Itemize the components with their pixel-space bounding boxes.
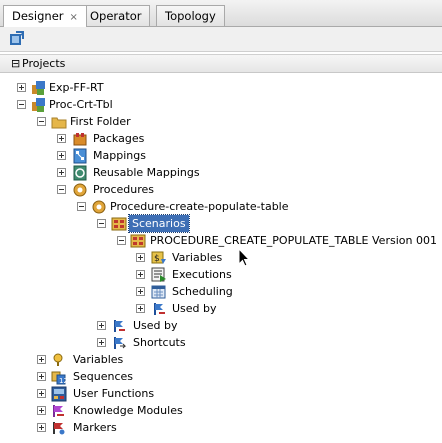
- tree-node-label: Procedure-create-populate-table: [110, 200, 289, 213]
- mouse-cursor-icon: [238, 247, 251, 268]
- package-icon: [72, 131, 88, 147]
- knowledge-module-icon: [51, 403, 67, 419]
- reusable-mapping-icon: [72, 165, 88, 181]
- sequence-icon: 12: [51, 369, 68, 385]
- expand-icon[interactable]: [37, 389, 46, 398]
- collapse-icon[interactable]: [37, 117, 46, 126]
- expand-icon[interactable]: [57, 168, 66, 177]
- tree-node-label: Scheduling: [172, 285, 233, 298]
- tree-node-label: Mappings: [93, 149, 146, 162]
- expand-icon[interactable]: [136, 287, 145, 296]
- tree-node-label: Executions: [172, 268, 232, 281]
- expand-icon[interactable]: [37, 406, 46, 415]
- tree-node-label: Shortcuts: [133, 336, 186, 349]
- expand-icon[interactable]: [37, 355, 46, 364]
- collapse-icon[interactable]: [17, 100, 26, 109]
- used-by-icon: [111, 318, 127, 334]
- tree-node-label: Knowledge Modules: [73, 404, 183, 417]
- project-icon: [30, 80, 46, 96]
- expand-icon[interactable]: [37, 372, 46, 381]
- variable-icon: [51, 352, 67, 368]
- expand-icon[interactable]: [136, 270, 145, 279]
- scenario-icon: [111, 216, 127, 232]
- project-tree: Exp-FF-RT Proc-Crt-Tbl First Folder Pack…: [0, 0, 442, 443]
- expand-icon[interactable]: [57, 151, 66, 160]
- tree-node-label: Procedures: [93, 183, 154, 196]
- marker-icon: [51, 420, 67, 436]
- tree-node-label: Exp-FF-RT: [49, 81, 104, 94]
- collapse-icon[interactable]: [57, 185, 66, 194]
- procedure-icon: [91, 199, 107, 215]
- svg-text:$: $: [154, 254, 160, 264]
- tree-node-label: Markers: [73, 421, 117, 434]
- collapse-icon[interactable]: [77, 202, 86, 211]
- variable-icon: $: [151, 250, 167, 266]
- shortcut-icon: [111, 335, 127, 351]
- expand-icon[interactable]: [97, 321, 106, 330]
- tab-designer-label: Designer: [12, 9, 64, 23]
- execution-icon: [151, 267, 167, 283]
- collapse-icon[interactable]: [117, 236, 126, 245]
- tree-node-label: First Folder: [70, 115, 131, 128]
- close-tab-icon[interactable]: ×: [70, 12, 78, 23]
- expand-icon[interactable]: [17, 83, 26, 92]
- tree-node-label: User Functions: [73, 387, 155, 400]
- folder-icon: [51, 114, 67, 130]
- expand-icon[interactable]: [37, 423, 46, 432]
- tree-node-label: Variables: [73, 353, 124, 366]
- scenario-icon: [130, 233, 146, 249]
- user-function-icon: [51, 386, 67, 402]
- expand-icon[interactable]: [136, 304, 145, 313]
- svg-text:12: 12: [59, 377, 67, 385]
- mapping-icon: [72, 148, 88, 164]
- project-icon: [30, 97, 46, 113]
- expand-icon[interactable]: [97, 338, 106, 347]
- collapse-icon[interactable]: [97, 219, 106, 228]
- tab-designer[interactable]: Designer ×: [3, 5, 87, 27]
- tree-node-label: Packages: [93, 132, 145, 145]
- tree-node-label: Used by: [133, 319, 178, 332]
- scheduling-icon: [151, 284, 167, 300]
- used-by-icon: [151, 301, 167, 317]
- tree-node-label: Variables: [172, 251, 223, 264]
- tree-node-label: Reusable Mappings: [93, 166, 200, 179]
- tree-node-label: PROCEDURE_CREATE_POPULATE_TABLE Version …: [150, 234, 437, 247]
- expand-icon[interactable]: [57, 134, 66, 143]
- tree-node-label: Scenarios: [128, 214, 190, 233]
- expand-icon[interactable]: [136, 253, 145, 262]
- procedure-icon: [72, 182, 88, 198]
- tree-node-label: Sequences: [73, 370, 133, 383]
- tree-node-label: Used by: [172, 302, 217, 315]
- tree-node-label: Proc-Crt-Tbl: [49, 98, 113, 111]
